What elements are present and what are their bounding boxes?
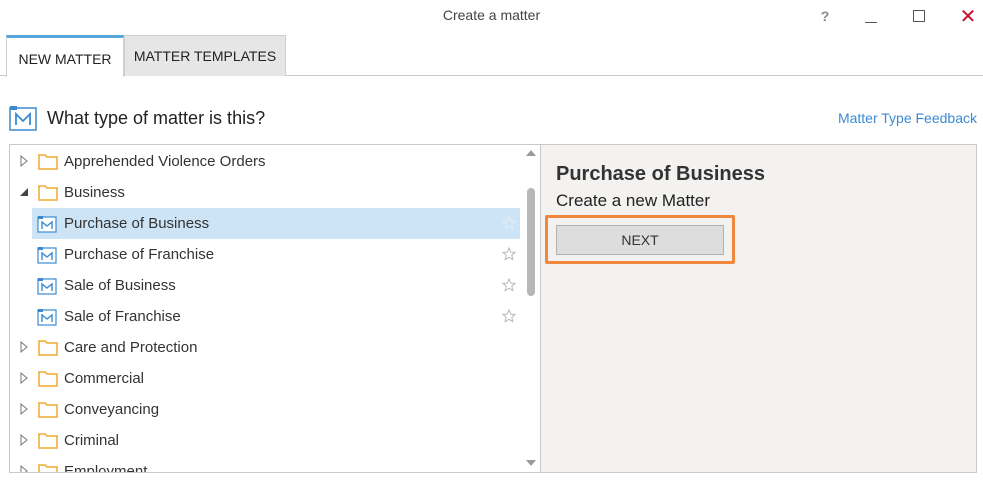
folder-icon bbox=[38, 464, 58, 472]
expanded-arrow-icon[interactable] bbox=[19, 186, 29, 198]
tree-matter-row[interactable]: Sale of Franchise bbox=[32, 301, 520, 332]
folder-icon bbox=[38, 154, 58, 170]
matter-type-icon bbox=[9, 106, 37, 131]
favorite-star-icon[interactable] bbox=[502, 278, 516, 292]
close-button[interactable]: ✕ bbox=[953, 4, 983, 28]
tree-folder-row[interactable]: Apprehended Violence Orders bbox=[10, 146, 520, 177]
matter-doc-icon bbox=[37, 216, 57, 233]
collapsed-arrow-icon[interactable] bbox=[19, 341, 29, 353]
favorite-star-icon[interactable] bbox=[502, 216, 516, 230]
tree-item-label: Apprehended Violence Orders bbox=[64, 153, 266, 170]
tree-matter-row[interactable]: Purchase of Business bbox=[32, 208, 520, 239]
tree-folder-row[interactable]: Care and Protection bbox=[10, 332, 520, 363]
folder-icon bbox=[38, 185, 58, 201]
folder-icon bbox=[38, 340, 58, 356]
scroll-down-icon[interactable] bbox=[526, 460, 536, 466]
detail-subtitle: Create a new Matter bbox=[556, 191, 711, 210]
matter-doc-icon bbox=[37, 309, 57, 326]
tree-item-label: Sale of Franchise bbox=[64, 308, 181, 325]
tab-new-matter[interactable]: NEW MATTER bbox=[6, 35, 124, 77]
tree-matter-row[interactable]: Purchase of Franchise bbox=[32, 239, 520, 270]
folder-icon bbox=[38, 433, 58, 449]
detail-title: Purchase of Business bbox=[556, 163, 765, 185]
tree-item-label: Conveyancing bbox=[64, 401, 160, 418]
collapsed-arrow-icon[interactable] bbox=[19, 155, 29, 167]
matter-doc-icon bbox=[37, 278, 57, 295]
section-heading: What type of matter is this? bbox=[9, 104, 265, 132]
matter-type-feedback-link[interactable]: Matter Type Feedback bbox=[838, 110, 977, 126]
maximize-button[interactable] bbox=[904, 4, 934, 28]
matter-detail-panel: Purchase of Business Create a new Matter… bbox=[541, 144, 977, 473]
tree-item-label: Sale of Business bbox=[64, 277, 176, 294]
folder-icon bbox=[38, 371, 58, 387]
tab-matter-templates[interactable]: MATTER TEMPLATES bbox=[124, 35, 286, 76]
favorite-star-icon[interactable] bbox=[502, 247, 516, 261]
folder-icon bbox=[38, 402, 58, 418]
scroll-thumb[interactable] bbox=[527, 188, 535, 296]
next-button[interactable]: NEXT bbox=[556, 225, 724, 255]
favorite-star-icon[interactable] bbox=[502, 309, 516, 323]
title-bar: Create a matter ? ✕ bbox=[0, 0, 983, 32]
minimize-icon bbox=[865, 21, 877, 23]
matter-doc-icon bbox=[37, 247, 57, 264]
maximize-icon bbox=[913, 10, 925, 22]
tree-item-label: Purchase of Business bbox=[64, 215, 210, 232]
tree-item-label: Purchase of Franchise bbox=[64, 246, 215, 263]
tree-folder-row[interactable]: Conveyancing bbox=[10, 394, 520, 425]
collapsed-arrow-icon[interactable] bbox=[19, 465, 29, 473]
tree-folder-row[interactable]: Commercial bbox=[10, 363, 520, 394]
scroll-up-icon[interactable] bbox=[526, 150, 536, 156]
tree-folder-row[interactable]: Business bbox=[10, 177, 520, 208]
tree-folder-row[interactable]: Employment bbox=[10, 456, 520, 473]
matter-type-tree: Apprehended Violence Orders Business Purch… bbox=[9, 144, 541, 473]
tab-bar: NEW MATTER MATTER TEMPLATES bbox=[0, 35, 983, 77]
tree-item-label: Commercial bbox=[64, 370, 145, 387]
heading-text: What type of matter is this? bbox=[47, 107, 266, 128]
tree-item-label: Care and Protection bbox=[64, 339, 198, 356]
collapsed-arrow-icon[interactable] bbox=[19, 403, 29, 415]
collapsed-arrow-icon[interactable] bbox=[19, 372, 29, 384]
tree-folder-row[interactable]: Criminal bbox=[10, 425, 520, 456]
tree-item-label: Employment bbox=[64, 463, 148, 473]
tree-item-label: Criminal bbox=[64, 432, 120, 449]
tree-item-label: Business bbox=[64, 184, 125, 201]
tree-scrollbar[interactable] bbox=[522, 145, 540, 472]
collapsed-arrow-icon[interactable] bbox=[19, 434, 29, 446]
tree-matter-row[interactable]: Sale of Business bbox=[32, 270, 520, 301]
minimize-button[interactable] bbox=[856, 4, 886, 28]
help-button[interactable]: ? bbox=[810, 4, 840, 28]
